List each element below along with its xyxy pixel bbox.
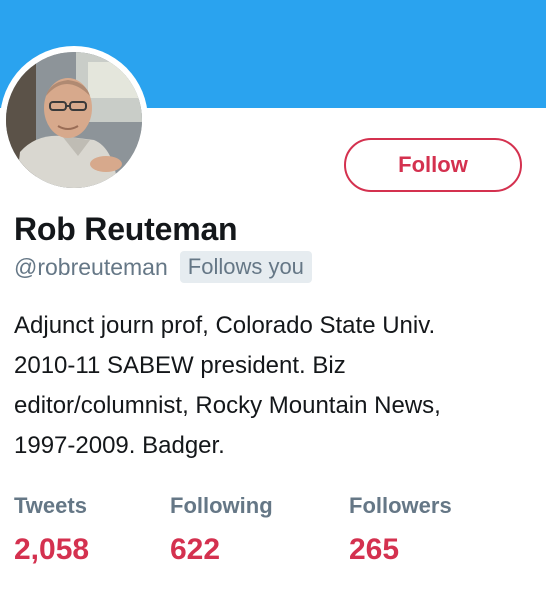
- stat-following[interactable]: Following 622: [170, 493, 273, 567]
- bio-line: 2010-11 SABEW president. Biz: [14, 352, 346, 379]
- bio-line: editor/columnist, Rocky Mountain News,: [14, 392, 441, 419]
- bio-line: Adjunct journ prof, Colorado State Univ.: [14, 312, 436, 339]
- avatar-ring: [0, 46, 148, 194]
- handle-row: @robreuteman Follows you: [14, 251, 312, 283]
- profile-name: Rob Reuteman: [14, 211, 238, 247]
- stat-value: 265: [349, 533, 400, 566]
- profile-handle: @robreuteman: [14, 253, 168, 280]
- stat-followers[interactable]: Followers 265: [349, 493, 452, 567]
- profile-bio: Adjunct journ prof, Colorado State Univ.…: [14, 306, 534, 466]
- avatar-photo: [6, 52, 142, 188]
- follow-button[interactable]: Follow: [344, 138, 522, 192]
- stat-label: Followers: [349, 493, 452, 518]
- stat-label: Following: [170, 493, 273, 518]
- bio-line: 1997-2009. Badger.: [14, 432, 225, 459]
- stat-tweets[interactable]: Tweets 2,058: [14, 493, 89, 567]
- stat-value: 622: [170, 533, 221, 566]
- avatar[interactable]: [6, 52, 142, 188]
- stat-value: 2,058: [14, 533, 90, 566]
- stat-label: Tweets: [14, 493, 87, 518]
- follows-you-badge: Follows you: [179, 251, 312, 283]
